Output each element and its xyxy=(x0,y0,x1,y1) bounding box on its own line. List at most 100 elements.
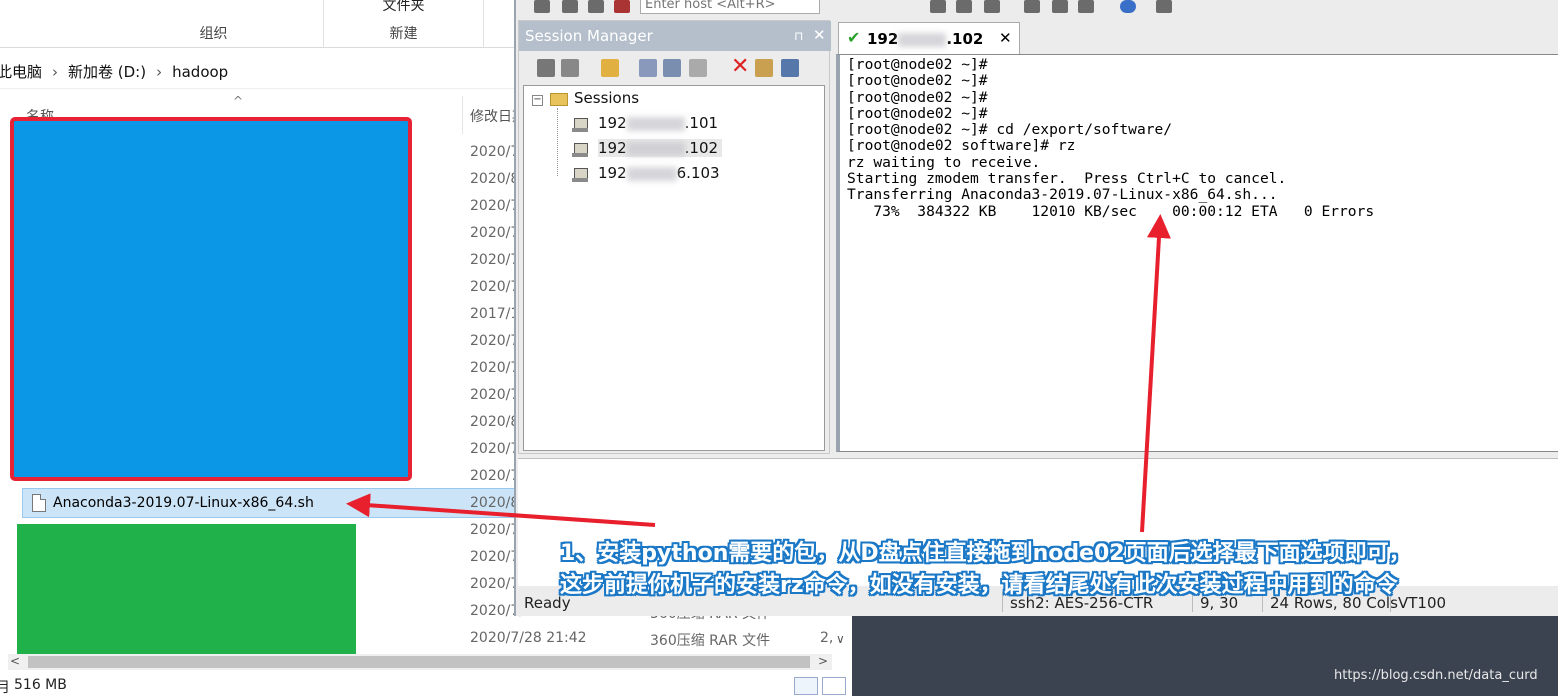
scroll-left-icon[interactable]: < xyxy=(10,654,20,668)
ribbon-group-new: 文件夹 新建 xyxy=(324,0,484,48)
tab-session-102[interactable]: ✔ 192 .102 ✕ xyxy=(838,22,1020,54)
annotation-line-2: 这步前提你机子的安装rz命令，如没有安装，请看结尾处有此次安装过程中用到的命令 xyxy=(560,573,1398,598)
session-manager-panel: Session Manager ⊓ ✕ ✕ − Sessions 192 .101… xyxy=(518,20,831,454)
paste-icon[interactable] xyxy=(956,0,972,13)
file-date: 2020/7 xyxy=(470,468,520,484)
scroll-right-icon[interactable]: > xyxy=(818,654,828,668)
session-item-101[interactable]: 192 .101 xyxy=(598,114,718,132)
session-item-102[interactable]: 192 .102 xyxy=(598,139,723,157)
lock-icon[interactable] xyxy=(1156,0,1172,13)
terminal-line: rz waiting to receive. xyxy=(847,153,1041,171)
instruction-annotation: 1、安装python需要的包，从D盘点住直接拖到node02页面后选择最下面选项… xyxy=(560,538,1550,602)
help-icon[interactable] xyxy=(1120,0,1136,13)
session-suffix: .101 xyxy=(684,114,719,132)
breadcrumb-this-pc[interactable]: 此电脑 xyxy=(0,61,42,82)
collapse-icon[interactable]: − xyxy=(532,95,543,106)
scrollbar-thumb[interactable] xyxy=(28,656,810,668)
redaction-block-green xyxy=(17,524,356,656)
print-icon[interactable] xyxy=(984,0,1000,13)
session-manager-title: Session Manager xyxy=(519,21,831,51)
file-date: 2020/7 xyxy=(470,333,520,349)
file-date: 2020/8 xyxy=(470,414,520,430)
session-host-icon xyxy=(572,117,589,133)
connect-icon[interactable] xyxy=(534,0,550,13)
connected-check-icon: ✔ xyxy=(847,28,861,47)
file-date: 2020/7 xyxy=(470,144,520,160)
session-suffix: .102 xyxy=(684,139,719,157)
terminal-line: [root@node02 ~]# xyxy=(847,88,988,106)
cut-icon[interactable] xyxy=(639,59,657,77)
details-view-icon[interactable] xyxy=(794,677,818,695)
blurred-ip xyxy=(626,141,685,156)
status-size: 516 MB xyxy=(14,677,67,693)
copy-icon[interactable] xyxy=(930,0,946,13)
terminal-output[interactable]: [root@node02 ~]# [root@node02 ~]# [root@no… xyxy=(836,54,1558,452)
disconnect-icon[interactable] xyxy=(614,0,630,13)
chevron-right-icon[interactable]: › xyxy=(52,63,58,81)
terminal-line: [root@node02 ~]# cd /export/software/ xyxy=(847,121,1173,139)
delete-icon[interactable]: ✕ xyxy=(731,56,749,78)
new-session-icon[interactable] xyxy=(601,59,619,77)
terminal-line: [root@node02 ~]# xyxy=(847,104,988,122)
terminal-lines: [root@node02 ~]# [root@node02 ~]# [root@no… xyxy=(847,56,1375,220)
options-icon[interactable] xyxy=(1024,0,1040,13)
file-size: 2, xyxy=(820,630,834,646)
breadcrumb-hadoop[interactable]: hadoop xyxy=(172,63,228,81)
file-date: 2020/7 xyxy=(470,198,520,214)
tree-root-sessions[interactable]: Sessions xyxy=(574,89,639,107)
blurred-ip xyxy=(626,166,677,181)
ribbon-group-label: 组织 xyxy=(199,26,228,42)
close-icon[interactable]: ✕ xyxy=(813,26,826,44)
file-date: 2020/7/28 21:42 xyxy=(470,630,587,646)
keymap-icon[interactable] xyxy=(1052,0,1068,13)
ribbon-group-label: 新建 xyxy=(389,26,418,42)
file-icon xyxy=(32,494,46,512)
close-tab-icon[interactable]: ✕ xyxy=(999,29,1012,47)
session-manager-toolbar: ✕ xyxy=(519,53,831,83)
securecrt-window: Session Manager ⊓ ✕ ✕ − Sessions 192 .101… xyxy=(514,0,1558,616)
breadcrumb-drive-d[interactable]: 新加卷 (D:) xyxy=(68,61,146,82)
tree-line xyxy=(557,108,558,176)
terminal-line: [root@node02 ~]# xyxy=(847,72,988,90)
properties-icon[interactable] xyxy=(755,59,773,77)
session-prefix: 192 xyxy=(598,114,627,132)
session-prefix: 192 xyxy=(598,139,627,157)
tab-label: 192 .102 xyxy=(867,30,983,48)
file-date: 2020/7 xyxy=(470,387,520,403)
file-name: Anaconda3-2019.07-Linux-x86_64.sh xyxy=(53,495,314,511)
host-input[interactable] xyxy=(640,0,820,14)
file-type: 360压缩 RAR 文件 xyxy=(650,633,771,649)
file-date: 2020/7 xyxy=(470,225,520,241)
paste-icon[interactable] xyxy=(689,59,707,77)
annotation-line-1: 1、安装python需要的包，从D盘点住直接拖到node02页面后选择最下面选项… xyxy=(560,541,1411,566)
quick-connect-icon[interactable] xyxy=(562,0,578,13)
copy-icon[interactable] xyxy=(663,59,681,77)
terminal-line: 73% 384322 KB 12010 KB/sec 00:00:12 ETA … xyxy=(847,202,1375,220)
terminal-line: Transferring Anaconda3-2019.07-Linux-x86… xyxy=(847,186,1278,204)
terminal-line: [root@node02 software]# rz xyxy=(847,137,1076,155)
ribbon-group-organize: 组织 xyxy=(104,0,324,48)
reconnect-icon[interactable] xyxy=(588,0,604,13)
file-date: 2020/8 xyxy=(470,495,520,511)
new-folder-button[interactable]: 文件夹 xyxy=(324,0,483,15)
tab-suffix: .102 xyxy=(946,30,984,48)
horizontal-scrollbar[interactable]: < > xyxy=(8,654,832,670)
column-divider[interactable] xyxy=(462,96,463,134)
connect-tab-icon[interactable] xyxy=(561,59,579,77)
scroll-down-icon[interactable]: ∨ xyxy=(836,632,845,646)
blurred-ip xyxy=(898,32,947,47)
redaction-block-blue xyxy=(10,117,412,481)
session-item-103[interactable]: 192 6.103 xyxy=(598,164,720,182)
connect-session-icon[interactable] xyxy=(537,59,555,77)
large-icons-view-icon[interactable] xyxy=(822,677,846,695)
tab-prefix: 192 xyxy=(867,30,899,48)
terminal-line: Starting zmodem transfer. Press Ctrl+C t… xyxy=(847,170,1287,188)
session-tab-strip: ✔ 192 .102 ✕ xyxy=(836,20,1558,54)
pin-icon[interactable]: ⊓ xyxy=(794,29,803,43)
chevron-right-icon[interactable]: › xyxy=(156,63,162,81)
session-host-icon xyxy=(572,142,589,158)
find-icon[interactable] xyxy=(781,59,799,77)
sftp-icon[interactable] xyxy=(1078,0,1094,13)
session-prefix: 192 xyxy=(598,164,627,182)
file-date: 2020/7 xyxy=(470,279,520,295)
